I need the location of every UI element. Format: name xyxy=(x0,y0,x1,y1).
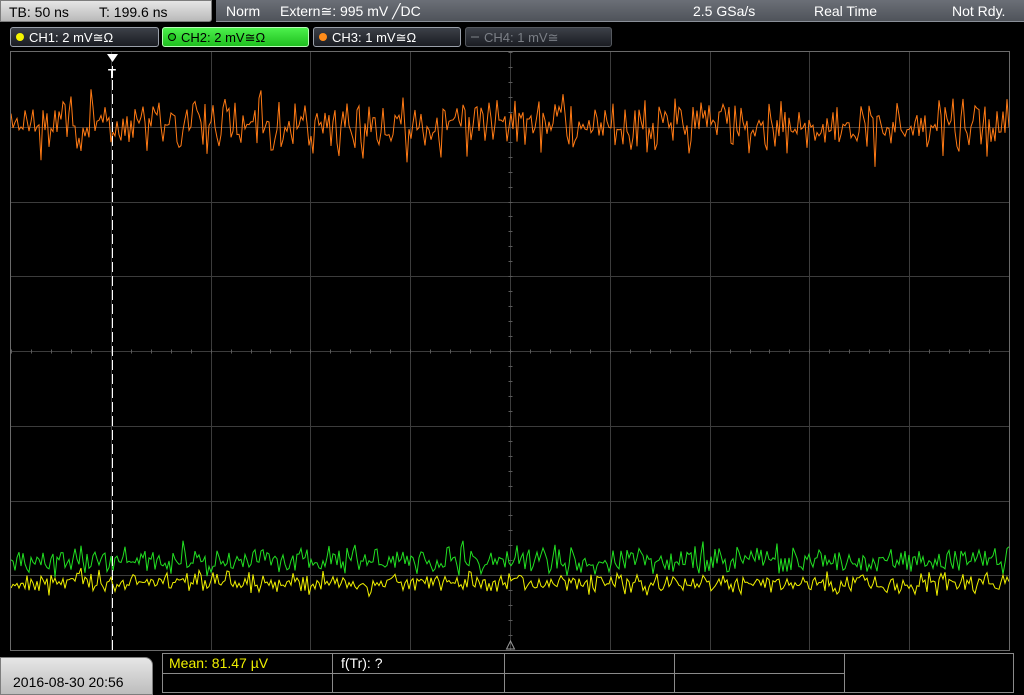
channel-1-tab[interactable]: CH1: 2 mV≅Ω xyxy=(10,27,159,47)
sample-rate: 2.5 GSa/s xyxy=(693,3,756,19)
waveform-display[interactable]: T xyxy=(10,51,1010,651)
datetime-panel: 2016-08-30 20:56 xyxy=(0,657,153,695)
trigger-source: Extern≅: 995 mV ╱DC xyxy=(280,3,421,19)
channel-2-tab[interactable]: CH2: 2 mV≅Ω xyxy=(162,27,309,47)
trigger-marker-label: T xyxy=(108,66,116,81)
channel-1-dot-icon xyxy=(16,33,24,41)
channel-2-label: CH2: 2 mV≅Ω xyxy=(181,30,266,45)
waveform-canvas: T xyxy=(11,52,1009,650)
timebase-label: TB: 50 ns xyxy=(9,4,69,20)
channel-3-tab[interactable]: CH3: 1 mV≅Ω xyxy=(313,27,461,47)
channel-4-dash-icon xyxy=(471,36,479,38)
channel-4-tab[interactable]: CH4: 1 mV≅ xyxy=(465,27,612,47)
channel-3-dot-icon xyxy=(319,33,327,41)
bottom-bar: 2016-08-30 20:56 Mean: 81.47 µV f(Tr): ? xyxy=(0,651,1024,695)
datetime: 2016-08-30 20:56 xyxy=(13,674,124,690)
acquisition-status[interactable]: Norm Extern≅: 995 mV ╱DC 2.5 GSa/s Real … xyxy=(216,0,1024,22)
trigger-arrow-icon[interactable] xyxy=(107,54,118,62)
channel-4-label: CH4: 1 mV≅ xyxy=(484,30,559,45)
trigger-mode: Norm xyxy=(226,3,261,19)
acquisition-state: Not Rdy. xyxy=(952,3,1006,19)
channel-2-dot-icon xyxy=(168,33,176,41)
mean-measurement: Mean: 81.47 µV xyxy=(169,655,269,671)
trigger-frequency-measurement: f(Tr): ? xyxy=(341,655,383,671)
top-status-bar: TB: 50 ns T: 199.6 ns Norm Extern≅: 995 … xyxy=(0,0,1024,24)
trigger-position-label: T: 199.6 ns xyxy=(99,4,168,20)
channel-1-label: CH1: 2 mV≅Ω xyxy=(29,30,114,45)
channel-3-label: CH3: 1 mV≅Ω xyxy=(332,30,417,45)
acquisition-mode: Real Time xyxy=(814,3,878,19)
timebase-panel[interactable]: TB: 50 ns T: 199.6 ns xyxy=(0,0,212,22)
measurement-panel[interactable]: Mean: 81.47 µV f(Tr): ? xyxy=(162,653,1014,693)
